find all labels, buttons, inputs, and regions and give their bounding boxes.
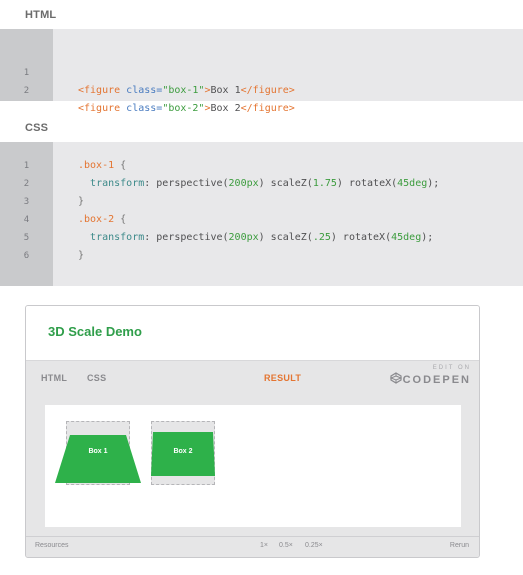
code-string: "box-2" [162,103,205,114]
codepen-embed: 3D Scale Demo HTML CSS RESULT EDIT ON CO… [25,305,480,558]
zoom-1x-button[interactable]: 1× [260,542,268,549]
code-line: 3} [0,193,523,211]
code-line: 1 <figure class="box-1">Box 1</figure> [0,46,523,96]
code-line: 6} [0,247,523,265]
box-1-label: Box 1 [88,448,108,455]
code-attr: class= [120,103,163,114]
code-tag: <figure [78,103,121,114]
line-number: 3 [23,197,30,207]
code-text: .box-2 { [78,214,127,225]
code-tag: <figure [78,85,121,96]
line-number: 6 [23,251,30,261]
code-tag: </figure> [240,103,295,114]
code-text: } [78,250,85,261]
tab-html[interactable]: HTML [41,373,67,383]
code-text: transform: perspective(200px) scaleZ(.25… [90,232,434,243]
tab-css[interactable]: CSS [87,373,106,383]
line-number: 1 [23,161,30,171]
box-2-label: Box 2 [173,448,193,455]
codepen-logo-link[interactable]: EDIT ON CODEPEN [389,365,471,386]
code-line: 4 .box-2 { [0,211,523,229]
html-code-block: 1 <figure class="box-1">Box 1</figure> 2… [0,29,523,114]
codepen-wordmark: CODEPEN [389,372,471,386]
codepen-cube-icon [389,372,402,384]
result-frame: Box 1 Box 2 [45,405,461,527]
html-section-label: HTML [25,9,57,21]
tab-result[interactable]: RESULT [264,373,301,383]
zoom-0-5x-button[interactable]: 0.5× [279,542,293,549]
code-line: 5 transform: perspective(200px) scaleZ(.… [0,229,523,247]
code-line: 1 .box-1 { [0,157,523,175]
css-section-label: CSS [25,122,49,134]
line-number: 2 [23,86,30,96]
codepen-name: CODEPEN [402,374,471,386]
code-tag: </figure> [240,85,295,96]
code-line: 2 <figure class="box-2">Box 2</figure> [0,64,523,114]
box-1-shape [55,435,141,483]
rerun-button[interactable]: Rerun [450,542,469,549]
css-code-block: 1 .box-1 { 2 transform: perspective(200px)… [0,142,523,286]
code-string: "box-1" [162,85,205,96]
code-text: } [78,196,85,207]
code-line: 2 transform: perspective(200px) scaleZ(1… [0,175,523,193]
code-text: Box 2 [210,103,241,114]
zoom-0-25x-button[interactable]: 0.25× [305,542,323,549]
line-number: 4 [23,215,30,225]
embed-footer: Resources 1× 0.5× 0.25× Rerun [26,536,479,557]
code-text: Box 1 [210,85,241,96]
code-text: transform: perspective(200px) scaleZ(1.7… [90,178,440,189]
edit-on-label: EDIT ON [432,365,471,371]
code-attr: class= [120,85,163,96]
resources-link[interactable]: Resources [35,542,68,549]
box-1-figure [55,435,141,483]
line-number: 2 [23,179,30,189]
embed-tab-bar: HTML CSS RESULT EDIT ON CODEPEN [26,361,479,395]
code-text: .box-1 { [78,160,127,171]
embed-header: 3D Scale Demo [26,306,479,361]
line-number: 5 [23,233,30,243]
embed-title[interactable]: 3D Scale Demo [48,324,142,339]
